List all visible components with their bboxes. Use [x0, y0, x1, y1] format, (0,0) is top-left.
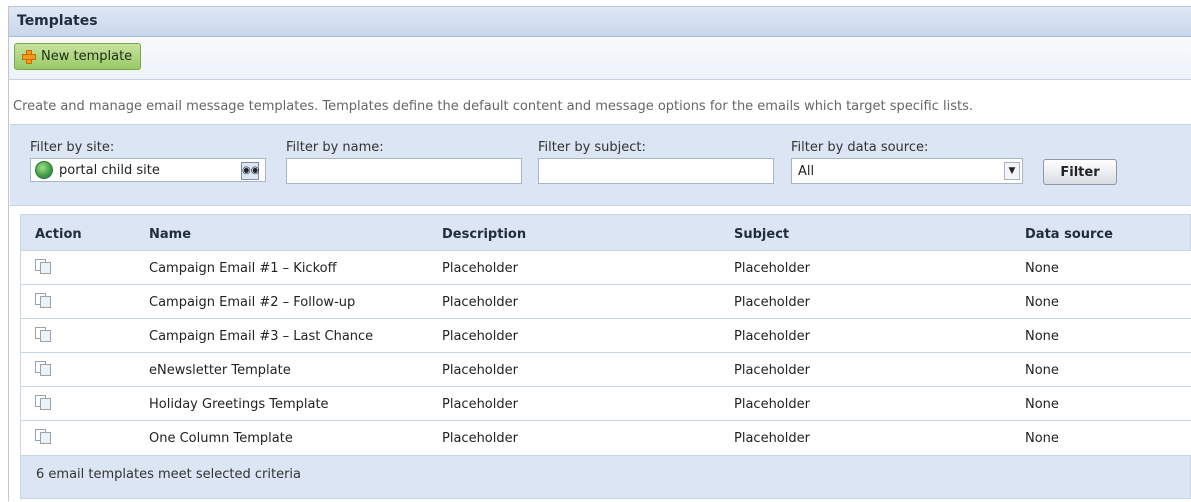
data-source-value: All — [798, 163, 815, 179]
row-subject: Placeholder — [734, 363, 810, 378]
binoculars-icon[interactable]: ◉◉ — [241, 162, 259, 180]
row-name: Campaign Email #1 – Kickoff — [149, 261, 337, 276]
templates-table: Action Name Description Subject Data sou… — [20, 214, 1191, 499]
table-row: Campaign Email #1 – Kickoff Placeholder … — [21, 250, 1191, 285]
row-description: Placeholder — [442, 329, 518, 344]
templates-panel: Templates New template Create and manage… — [8, 6, 1191, 501]
row-subject: Placeholder — [734, 261, 810, 276]
row-data-source: None — [1025, 397, 1059, 412]
row-description: Placeholder — [442, 295, 518, 310]
row-data-source: None — [1025, 431, 1059, 446]
subject-filter-label: Filter by subject: — [538, 140, 646, 155]
row-subject: Placeholder — [734, 329, 810, 344]
site-value: portal child site — [59, 162, 160, 178]
name-filter-input[interactable] — [286, 158, 522, 184]
header-action: Action — [35, 227, 82, 242]
row-description: Placeholder — [442, 431, 518, 446]
row-data-source: None — [1025, 295, 1059, 310]
new-template-label: New template — [41, 49, 133, 64]
row-name: Campaign Email #2 – Follow-up — [149, 295, 356, 310]
subject-filter-input[interactable] — [538, 158, 774, 184]
filter-panel: Filter by site: portal child site ◉◉ Fil… — [10, 124, 1191, 206]
table-row: Campaign Email #3 – Last Chance Placehol… — [21, 318, 1191, 353]
filter-button[interactable]: Filter — [1043, 159, 1117, 185]
results-count: 6 email templates meet selected criteria — [36, 467, 301, 482]
row-description: Placeholder — [442, 363, 518, 378]
row-subject: Placeholder — [734, 431, 810, 446]
table-row: One Column Template Placeholder Placehol… — [21, 420, 1191, 456]
table-row: Holiday Greetings Template Placeholder P… — [21, 386, 1191, 421]
data-source-select[interactable]: All ▼ — [791, 158, 1023, 184]
row-data-source: None — [1025, 261, 1059, 276]
copy-icon[interactable] — [35, 429, 51, 444]
globe-icon — [35, 161, 53, 179]
header-description[interactable]: Description — [442, 227, 526, 242]
table-row: eNewsletter Template Placeholder Placeho… — [21, 352, 1191, 387]
row-name: Holiday Greetings Template — [149, 397, 329, 412]
row-data-source: None — [1025, 363, 1059, 378]
row-data-source: None — [1025, 329, 1059, 344]
toolbar: New template — [9, 37, 1191, 80]
table-row: Campaign Email #2 – Follow-up Placeholde… — [21, 284, 1191, 319]
new-template-button[interactable]: New template — [14, 43, 142, 70]
name-filter-label: Filter by name: — [286, 140, 384, 155]
plus-icon — [21, 49, 37, 65]
row-name: Campaign Email #3 – Last Chance — [149, 329, 374, 344]
header-name[interactable]: Name — [149, 227, 191, 242]
page-description: Create and manage email message template… — [13, 99, 973, 114]
row-description: Placeholder — [442, 261, 518, 276]
copy-icon[interactable] — [35, 259, 51, 274]
copy-icon[interactable] — [35, 361, 51, 376]
copy-icon[interactable] — [35, 395, 51, 410]
header-subject[interactable]: Subject — [734, 227, 789, 242]
row-subject: Placeholder — [734, 295, 810, 310]
site-filter-label: Filter by site: — [30, 140, 115, 155]
copy-icon[interactable] — [35, 293, 51, 308]
row-subject: Placeholder — [734, 397, 810, 412]
panel-title: Templates — [9, 7, 1191, 37]
chevron-down-icon[interactable]: ▼ — [1004, 162, 1020, 180]
row-description: Placeholder — [442, 397, 518, 412]
data-source-filter-label: Filter by data source: — [791, 140, 929, 155]
header-data-source[interactable]: Data source — [1025, 227, 1113, 242]
row-name: eNewsletter Template — [149, 363, 291, 378]
row-name: One Column Template — [149, 431, 293, 446]
site-selector[interactable]: portal child site ◉◉ — [30, 158, 266, 182]
copy-icon[interactable] — [35, 327, 51, 342]
